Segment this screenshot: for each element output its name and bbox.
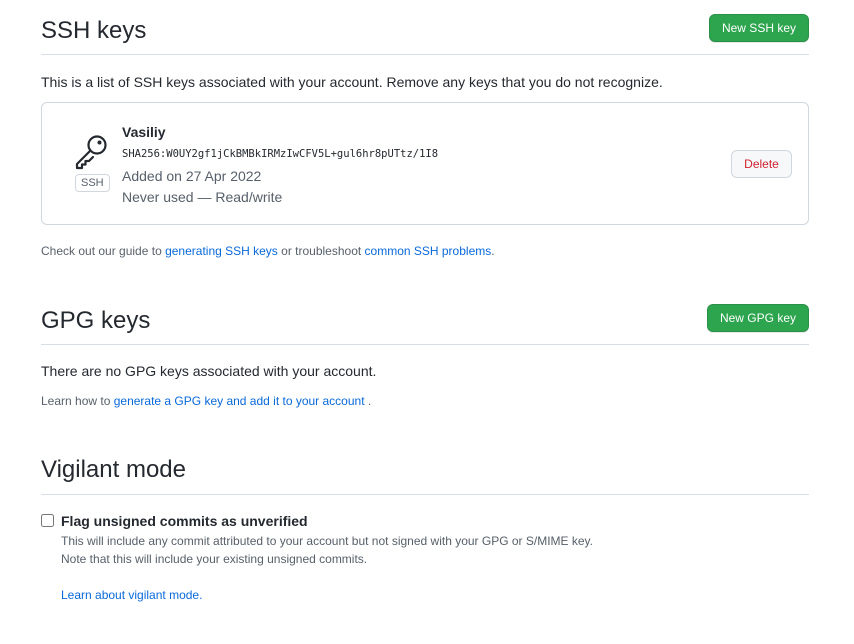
vigilant-mode-title: Vigilant mode [41,456,186,483]
gpg-help-suffix: . [364,394,372,408]
generating-ssh-keys-link[interactable]: generating SSH keys [165,244,278,258]
ssh-help-prefix: Check out our guide to [41,244,166,258]
ssh-keys-title: SSH keys [41,17,147,44]
gpg-help-prefix: Learn how to [41,394,114,408]
ssh-key-name: Vasiliy [122,124,166,140]
key-icon [75,135,107,170]
ssh-keys-intro: This is a list of SSH keys associated wi… [41,74,663,90]
ssh-keys-header: SSH keys New SSH key [41,8,809,55]
ssh-help-middle: or troubleshoot [277,244,365,258]
gpg-help-text: Learn how to generate a GPG key and add … [41,394,371,408]
vigilant-desc-line1: This will include any commit attributed … [61,534,594,548]
gpg-empty-text: There are no GPG keys associated with yo… [41,363,377,379]
ssh-help-suffix: . [491,244,495,258]
vigilant-mode-header: Vigilant mode [41,448,809,495]
ssh-key-fingerprint: SHA256:W0UY2gf1jCkBMBkIRMzIwCFV5L+gul6hr… [122,148,439,160]
flag-unsigned-commits-label[interactable]: Flag unsigned commits as unverified [61,513,308,529]
ssh-key-type-badge: SSH [75,174,110,192]
settings-page: SSH keys New SSH key This is a list of S… [0,0,854,644]
ssh-key-entry: SSH Vasiliy SHA256:W0UY2gf1jCkBMBkIRMzIw… [41,102,809,225]
vigilant-desc-line2: Note that this will include your existin… [61,552,368,566]
ssh-key-usage: Never used — Read/write [122,189,283,205]
generate-gpg-key-link[interactable]: generate a GPG key and add it to your ac… [114,394,365,408]
common-ssh-problems-link[interactable]: common SSH problems [365,244,492,258]
ssh-help-text: Check out our guide to generating SSH ke… [41,244,495,258]
gpg-keys-title: GPG keys [41,307,151,334]
learn-vigilant-mode-link[interactable]: Learn about vigilant mode. [61,588,202,602]
ssh-key-added-date: Added on 27 Apr 2022 [122,168,262,184]
delete-ssh-key-button[interactable]: Delete [731,150,792,178]
flag-unsigned-commits-checkbox[interactable] [41,514,54,527]
gpg-keys-header: GPG keys New GPG key [41,298,809,345]
new-gpg-key-button[interactable]: New GPG key [706,304,809,332]
vigilant-learn-text: Learn about vigilant mode. [61,588,202,602]
new-ssh-key-button[interactable]: New SSH key [708,14,809,42]
